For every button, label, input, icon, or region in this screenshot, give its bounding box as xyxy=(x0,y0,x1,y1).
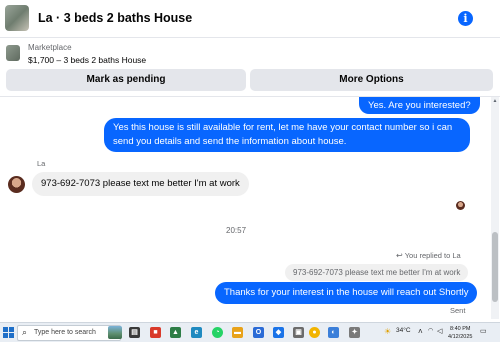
chat-header: La · 3 beds 2 baths House i xyxy=(0,0,500,38)
message-status: Sent xyxy=(450,306,466,315)
windows-taskbar: ⌕ Type here to search ▤ ■ ▲ e ◔ ▬ O ◆ ▣ … xyxy=(0,322,500,342)
app-icon-red[interactable]: ■ xyxy=(150,327,161,338)
app-icon-blue[interactable]: ◆ xyxy=(273,327,284,338)
reply-arrow-icon: ↩ xyxy=(396,251,403,260)
reply-context-label: ↩ You replied to La xyxy=(396,251,461,260)
listing-summary[interactable]: $1,700 – 3 beds 2 baths House xyxy=(28,55,146,65)
search-icon: ⌕ xyxy=(22,327,28,337)
listing-thumbnail[interactable] xyxy=(5,5,29,31)
sender-name: La xyxy=(37,159,46,168)
seen-avatar xyxy=(456,201,465,210)
app-icon-green[interactable]: ▲ xyxy=(170,327,181,338)
taskbar-clock[interactable]: 8:40 PM 4/12/2025 xyxy=(448,325,472,341)
message-outgoing[interactable]: Yes this house is still available for re… xyxy=(104,118,470,152)
clock-date: 4/12/2025 xyxy=(448,334,473,340)
app-icon-edge[interactable]: ◐ xyxy=(328,327,339,338)
marketplace-label: Marketplace xyxy=(28,43,72,52)
message-outgoing[interactable]: Thanks for your interest in the house wi… xyxy=(215,282,478,304)
clock-time: 8:40 PM xyxy=(449,326,471,332)
reply-context-text: You replied to La xyxy=(404,251,461,260)
chat-title[interactable]: La · 3 beds 2 baths House xyxy=(38,11,192,25)
message-timestamp: 20:57 xyxy=(226,226,247,235)
task-view-icon[interactable]: ▤ xyxy=(129,327,140,338)
app-icon-tools[interactable]: ✦ xyxy=(349,327,360,338)
search-highlight-icon[interactable] xyxy=(108,326,122,339)
mark-as-pending-button[interactable]: Mark as pending xyxy=(6,69,246,91)
file-explorer-icon[interactable]: ▬ xyxy=(232,327,243,338)
outlook-icon[interactable]: O xyxy=(253,327,264,338)
scroll-up-arrow-icon[interactable]: ▲ xyxy=(491,98,499,104)
windows-start-icon[interactable] xyxy=(3,327,14,338)
whatsapp-icon[interactable]: ◔ xyxy=(212,327,223,338)
marketplace-thumbnail[interactable] xyxy=(6,45,20,61)
notification-icon[interactable]: ▭ xyxy=(480,327,487,335)
volume-icon[interactable]: ◁ xyxy=(437,327,442,335)
chrome-icon[interactable]: ● xyxy=(309,327,320,338)
info-icon[interactable]: i xyxy=(458,11,473,26)
network-icon[interactable]: ◠ xyxy=(428,327,433,334)
app-icon-gray[interactable]: ▣ xyxy=(293,327,304,338)
quoted-message[interactable]: 973-692-7073 please text me better I'm a… xyxy=(285,264,469,281)
tray-chevron-icon[interactable]: ˄ xyxy=(418,327,423,336)
edge-icon[interactable]: e xyxy=(191,327,202,338)
avatar[interactable] xyxy=(8,176,25,193)
scrollbar-thumb[interactable] xyxy=(492,232,498,302)
search-placeholder: Type here to search xyxy=(34,329,96,336)
taskbar-search-input[interactable]: ⌕ Type here to search xyxy=(17,325,121,341)
message-outgoing[interactable]: Yes. Are you interested? xyxy=(359,97,480,114)
more-options-button[interactable]: More Options xyxy=(250,69,493,91)
message-incoming[interactable]: 973-692-7073 please text me better I'm a… xyxy=(32,172,249,196)
weather-icon[interactable]: ☀ xyxy=(384,327,391,336)
temperature-text[interactable]: 34°C xyxy=(396,327,411,334)
